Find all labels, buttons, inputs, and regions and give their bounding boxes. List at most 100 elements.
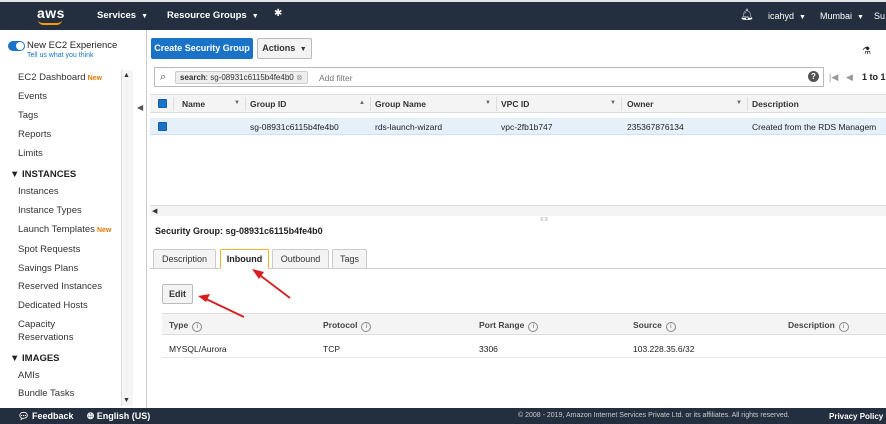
new-experience-label: New EC2 Experience (27, 40, 118, 51)
chevron-down-icon: ▼ (857, 14, 864, 21)
pin-icon[interactable]: ✱ (274, 8, 282, 19)
row-checkbox[interactable] (158, 122, 167, 131)
user-label: icahyd (768, 11, 795, 21)
sidebar-item-savings-plans[interactable]: Savings Plans (18, 263, 78, 274)
info-icon[interactable]: i (665, 322, 676, 332)
section-label: IMAGES (22, 353, 60, 364)
sidebar-item-instances[interactable]: Instances (18, 186, 59, 197)
sidebar-item-capacity[interactable]: Capacity (18, 319, 55, 330)
user-menu[interactable]: icahyd ▼ (768, 11, 806, 21)
sidebar-item-reports[interactable]: Reports (18, 129, 51, 140)
top-accent-line (0, 0, 886, 2)
cell-group-id: sg-08931c6115b4fe4b0 (250, 122, 339, 132)
sidebar-item-reserved-instances[interactable]: Reserved Instances (18, 281, 102, 292)
sort-icon[interactable]: ▼ (610, 100, 616, 106)
flask-icon[interactable]: ⚗ (862, 46, 871, 57)
prev-page-icon[interactable]: ◀ (846, 72, 853, 83)
scroll-down-icon[interactable]: ▼ (123, 397, 130, 404)
new-experience-toggle[interactable] (8, 41, 25, 51)
pane-splitter-handle[interactable]: ≡≡ (540, 217, 549, 223)
scroll-up-icon[interactable]: ▲ (123, 72, 130, 79)
search-filter-bar[interactable]: ⌕ search: sg-08931c6115b4fe4b0 ⊗ (154, 67, 824, 87)
table-row: MYSQL/Aurora TCP 3306 103.228.35.6/32 (162, 340, 886, 358)
aws-logo[interactable]: aws (37, 5, 65, 21)
feedback-link[interactable]: 💬︎ Feedback (18, 411, 73, 422)
services-menu[interactable]: Services ▼ (97, 10, 148, 21)
bell-icon[interactable]: 🔔︎ (740, 8, 754, 21)
sidebar-item-instance-types[interactable]: Instance Types (18, 205, 82, 216)
sort-asc-icon[interactable]: ▲ (359, 100, 365, 106)
info-icon[interactable]: i (838, 322, 849, 332)
sidebar-section-instances[interactable]: ▼ INSTANCES (10, 169, 76, 180)
sidebar-item-reservations[interactable]: Reservations (18, 332, 73, 343)
sidebar-item-dedicated-hosts[interactable]: Dedicated Hosts (18, 300, 88, 311)
tab-outbound[interactable]: Outbound (272, 249, 329, 269)
column-header-group-name[interactable]: Group Name (375, 99, 426, 109)
language-selector[interactable]: 🌐︎ English (US) (87, 411, 150, 422)
info-icon[interactable]: i (528, 322, 539, 332)
sidebar-item-bundle-tasks[interactable]: Bundle Tasks (18, 388, 74, 399)
sidebar-section-images[interactable]: ▼ IMAGES (10, 353, 60, 364)
detail-title: Security Group: sg-08931c6115b4fe4b0 (155, 226, 323, 236)
column-divider (621, 97, 622, 111)
sidebar-item-tags[interactable]: Tags (18, 110, 38, 121)
collapse-sidebar-icon[interactable]: ◀ (137, 103, 143, 112)
header-label: Protocol (323, 320, 358, 330)
speech-bubble-icon: 💬︎ (18, 411, 30, 421)
rules-header-type: Type i (169, 320, 203, 332)
sidebar-item-amis[interactable]: AMIs (18, 370, 40, 381)
search-chip[interactable]: search: sg-08931c6115b4fe4b0 ⊗ (175, 71, 308, 84)
header-label: Port Range (479, 320, 525, 330)
chevron-down-icon: ▼ (799, 14, 806, 21)
tab-inbound[interactable]: Inbound (220, 249, 269, 269)
sort-icon[interactable]: ▼ (736, 100, 742, 106)
help-icon[interactable]: ? (808, 71, 819, 82)
sidebar-item-launch-templates[interactable]: Launch Templates New (18, 224, 111, 235)
tab-tags[interactable]: Tags (332, 249, 367, 269)
column-header-group-id[interactable]: Group ID (250, 99, 286, 109)
tab-description[interactable]: Description (153, 249, 216, 269)
info-icon[interactable]: i (192, 322, 203, 332)
resource-groups-menu[interactable]: Resource Groups ▼ (167, 10, 259, 21)
rules-header-description: Description i (788, 320, 849, 332)
support-menu[interactable]: Su (874, 11, 885, 21)
sidebar-item-events[interactable]: Events (18, 91, 47, 102)
select-all-checkbox[interactable] (158, 99, 167, 108)
column-header-description[interactable]: Description (752, 99, 799, 109)
actions-button[interactable]: Actions ▼ (257, 38, 312, 59)
sidebar-item-limits[interactable]: Limits (18, 148, 43, 159)
scroll-left-icon[interactable]: ◀ (152, 207, 157, 215)
sort-icon[interactable]: ▼ (485, 100, 491, 106)
privacy-policy-link[interactable]: Privacy Policy (829, 412, 883, 421)
chevron-down-icon: ▼ (299, 46, 307, 53)
search-input[interactable] (319, 71, 519, 84)
pager-text: 1 to 1 (862, 72, 886, 82)
rule-protocol: TCP (323, 344, 340, 354)
column-header-name[interactable]: Name (182, 99, 205, 109)
sidebar-item-label: EC2 Dashboard (18, 72, 86, 83)
new-badge: New (87, 75, 103, 82)
chevron-down-icon: ▼ (251, 13, 259, 20)
chip-key: search (180, 73, 206, 82)
sort-icon[interactable]: ▼ (234, 100, 240, 106)
sidebar-item-spot-requests[interactable]: Spot Requests (18, 244, 80, 255)
edit-button[interactable]: Edit (162, 284, 193, 304)
column-divider (747, 97, 748, 111)
rules-table-header: Type i Protocol i Port Range i Source i Desc… (162, 313, 886, 335)
chevron-down-icon: ▼ (141, 13, 149, 20)
copyright-text: © 2008 - 2019, Amazon Internet Services … (518, 412, 790, 419)
create-security-group-button[interactable]: Create Security Group (151, 38, 253, 59)
sidebar-scrollbar[interactable]: ▲ ▼ (121, 70, 133, 406)
chip-clear-icon[interactable]: ⊗ (296, 73, 303, 82)
grid-horizontal-scrollbar[interactable]: ◀ (150, 205, 886, 216)
column-header-owner[interactable]: Owner (627, 99, 653, 109)
sidebar-item-ec2-dashboard[interactable]: EC2 Dashboard New (18, 72, 102, 83)
first-page-icon[interactable]: |◀ (829, 72, 838, 83)
info-icon[interactable]: i (361, 322, 372, 332)
cell-vpc-id[interactable]: vpc-2fb1b747 (501, 122, 553, 132)
region-menu[interactable]: Mumbai ▼ (820, 11, 864, 21)
search-icon: ⌕ (160, 71, 167, 83)
table-row[interactable]: sg-08931c6115b4fe4b0 rds-launch-wizard v… (150, 118, 886, 135)
column-header-vpc-id[interactable]: VPC ID (501, 99, 529, 109)
feedback-link[interactable]: Tell us what you think (27, 52, 94, 59)
